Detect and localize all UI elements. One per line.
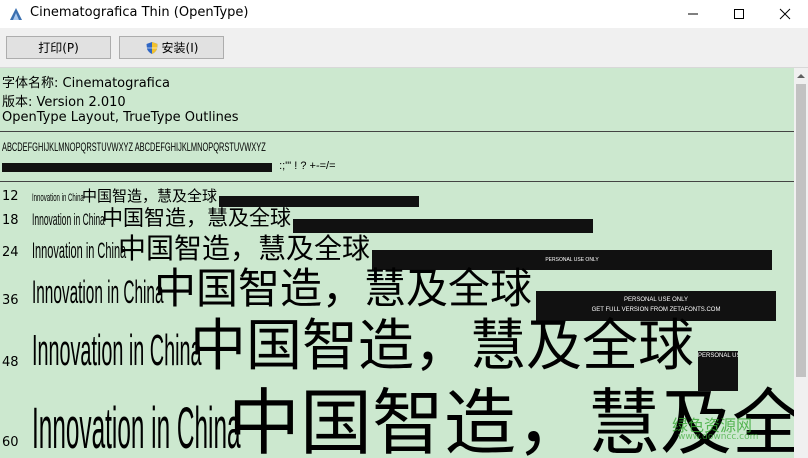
maximize-button[interactable]	[716, 0, 762, 28]
font-app-icon	[10, 8, 22, 20]
install-button-label: 安装(I)	[161, 41, 199, 55]
site-watermark-url: www.downcc.com	[678, 432, 759, 442]
scroll-up-arrow-icon[interactable]	[794, 69, 808, 83]
cjk-sample-18: 中国智造，慧及全球	[102, 206, 291, 230]
latin-sample-60: Innovation in China	[32, 396, 241, 458]
size-label-18: 18	[2, 213, 19, 228]
minimize-button[interactable]	[670, 0, 716, 28]
sample-row-48: Innovation in China中国智造，慧及全球PERSONAL USE…	[32, 314, 738, 391]
install-button[interactable]: 安装(I)	[119, 36, 224, 59]
title-bar: Cinematografica Thin (OpenType)	[0, 0, 808, 28]
sample-row-18: Innovation in China中国智造，慧及全球	[32, 205, 593, 233]
sample-row-12: Innovation in China中国智造，慧及全球	[32, 187, 420, 207]
cjk-sample-24: 中国智造，慧及全球	[118, 232, 371, 265]
latin-sample-24: Innovation in China	[32, 238, 127, 263]
charset-line-2-tail: :;'" ! ? +-=/=	[279, 160, 336, 172]
divider	[0, 131, 794, 132]
cjk-sample-12: 中国智造，慧及全球	[82, 187, 218, 205]
minimize-icon	[688, 13, 698, 15]
size-label-12: 12	[2, 189, 19, 204]
watermark-text-36: PERSONAL USE ONLY	[624, 297, 689, 303]
watermark-sub-36: GET FULL VERSION FROM ZETAFONTS.COM	[591, 307, 721, 313]
toolbar: 打印(P) 安装(I)	[0, 28, 808, 68]
font-name: 字体名称: Cinematografica	[2, 76, 170, 91]
cjk-sample-48: 中国智造，慧及全球	[190, 314, 694, 379]
font-type: OpenType Layout, TrueType Outlines	[2, 110, 239, 125]
size-label-48: 48	[2, 355, 19, 370]
cjk-sample-36: 中国智造，慧及全球	[154, 264, 533, 313]
latin-sample-48: Innovation in China	[32, 326, 202, 375]
latin-sample-18: Innovation in China	[32, 210, 105, 229]
charset-line-1: ABCDEFGHIJKLMNOPQRSTUVWXYZ ABCDEFGHIJKLM…	[2, 140, 266, 154]
close-icon	[779, 8, 791, 20]
print-button[interactable]: 打印(P)	[6, 36, 111, 59]
window-title: Cinematografica Thin (OpenType)	[30, 5, 249, 20]
size-label-24: 24	[2, 245, 19, 260]
print-button-label: 打印(P)	[38, 41, 79, 55]
font-preview-area: 字体名称: Cinematografica 版本: Version 2.010 …	[0, 68, 794, 458]
close-button[interactable]	[762, 0, 808, 28]
font-version: 版本: Version 2.010	[2, 95, 126, 110]
size-label-60: 60	[2, 435, 19, 450]
latin-sample-36: Innovation in China	[32, 274, 164, 310]
size-label-36: 36	[2, 293, 19, 308]
watermark-strip-18	[293, 219, 593, 233]
scrollbar-thumb[interactable]	[796, 84, 806, 377]
sample-row-24: Innovation in China中国智造，慧及全球 PERSONAL USE…	[32, 232, 773, 270]
sample-row-36: Innovation in China中国智造，慧及全球 PERSONAL USE…	[32, 264, 777, 321]
shield-icon	[146, 41, 158, 54]
charset-line-2: :;'" ! ? +-=/=	[2, 160, 336, 172]
divider-2	[0, 181, 794, 182]
charset-watermark-strip	[2, 163, 272, 172]
maximize-icon	[734, 9, 744, 19]
